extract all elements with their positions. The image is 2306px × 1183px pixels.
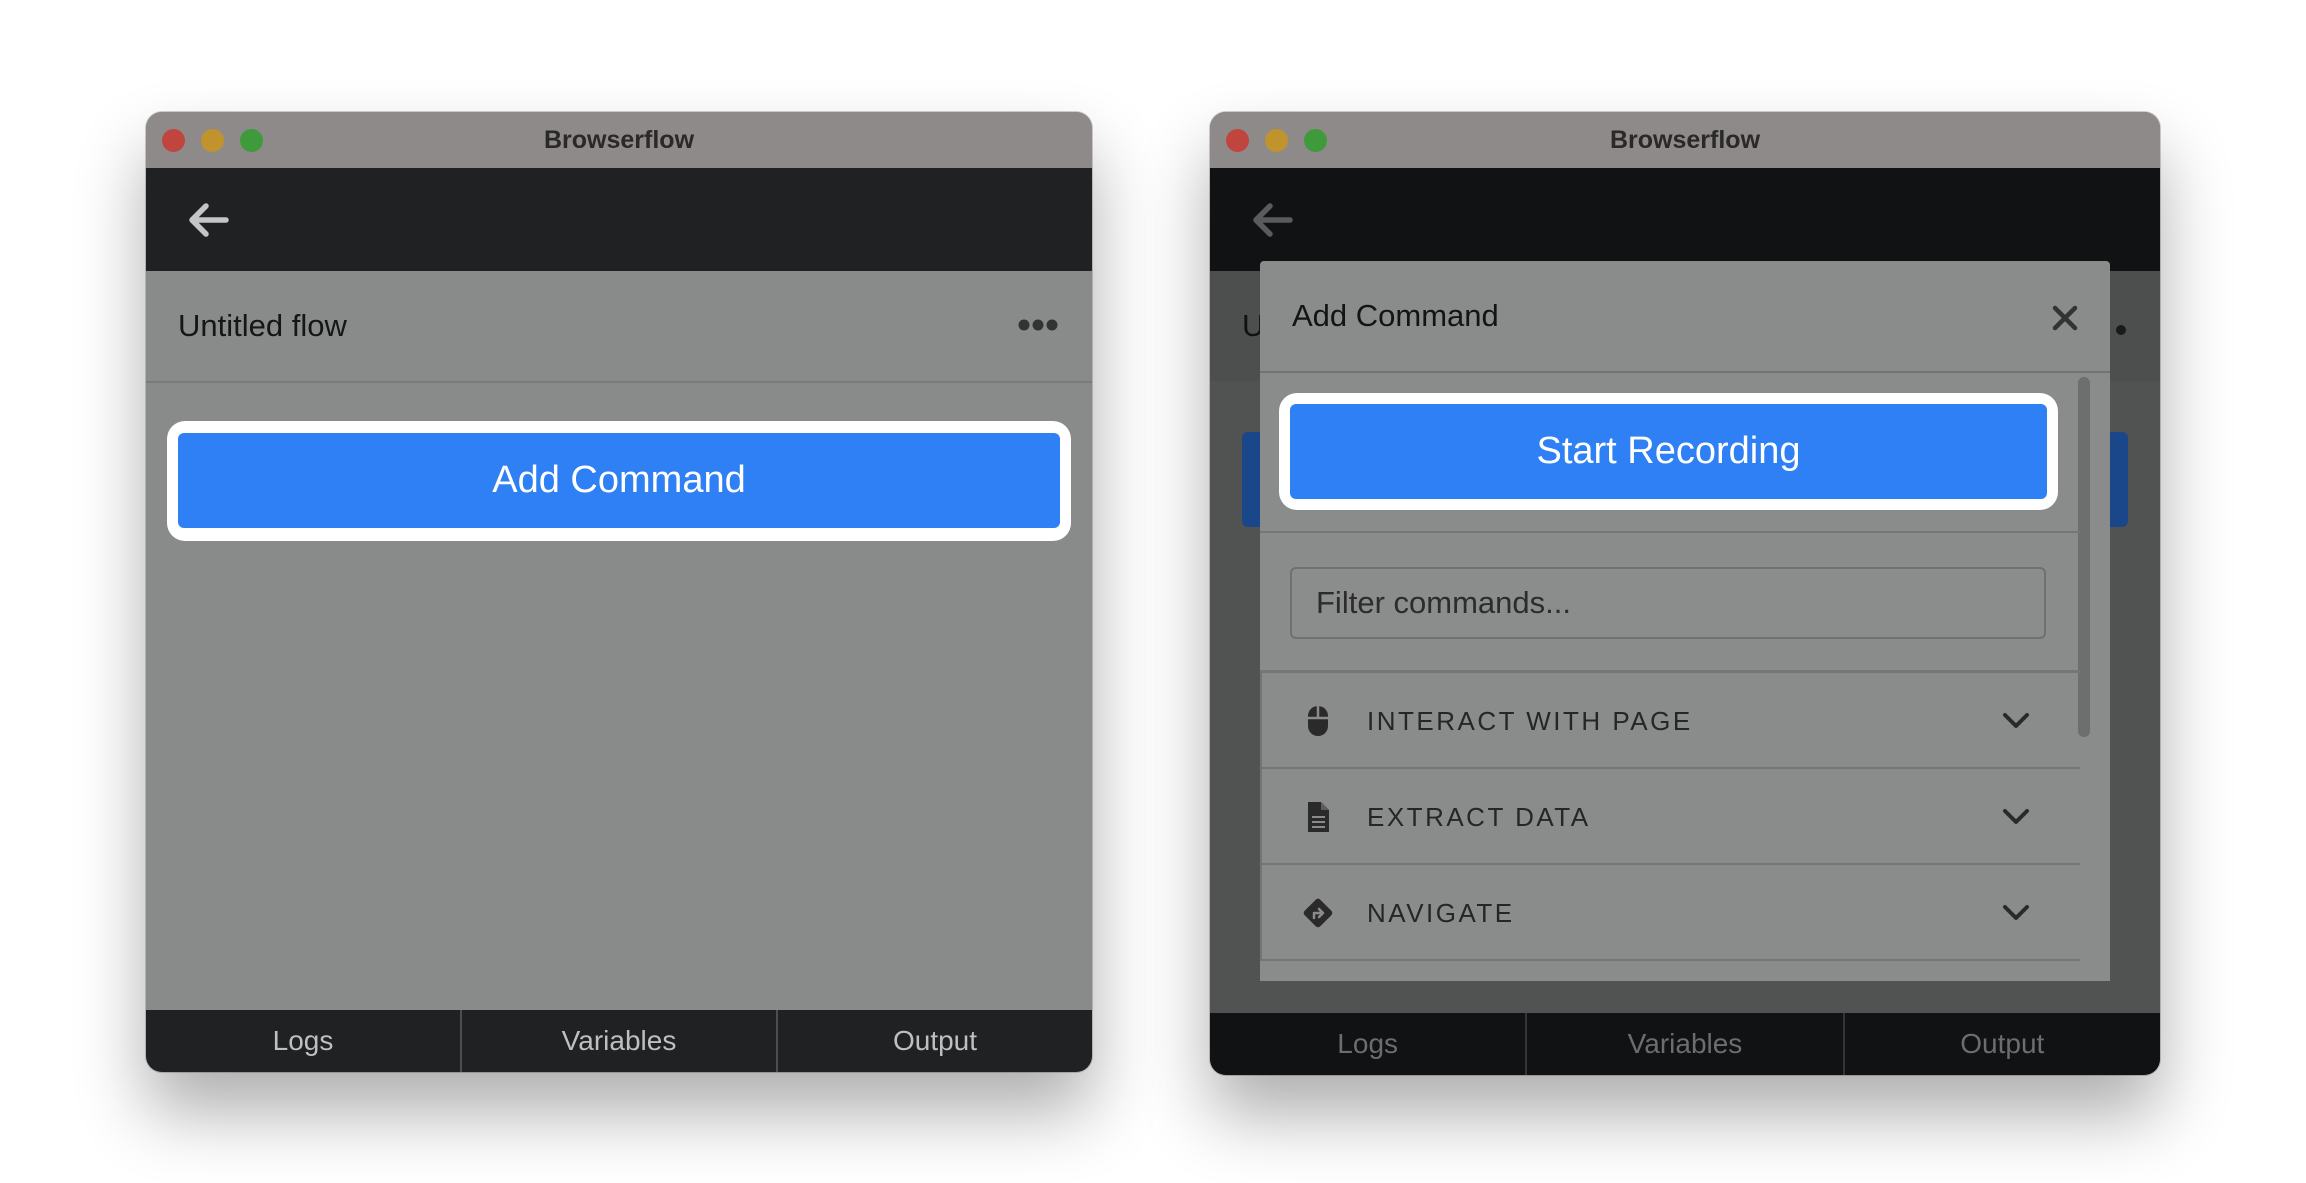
browserflow-window-main: Browserflow Untitled flow Add Command Lo…	[146, 112, 1092, 1072]
divider	[1260, 531, 2080, 533]
category-extract-data[interactable]: EXTRACT DATA	[1260, 769, 2080, 865]
tab-output: Output	[1960, 1028, 2045, 1059]
category-label: INTERACT WITH PAGE	[1367, 706, 1693, 736]
bottom-tab-bar: Logs Variables Output	[146, 1010, 1092, 1072]
window-title: Browserflow	[543, 126, 695, 154]
top-navbar	[1210, 168, 2160, 271]
flow-title[interactable]: Untitled flow	[178, 271, 347, 381]
top-navbar	[146, 168, 1092, 271]
add-command-button[interactable]: Add Command	[178, 433, 1060, 528]
filter-commands-input[interactable]	[1290, 567, 2046, 639]
category-interact-with-page[interactable]: INTERACT WITH PAGE	[1260, 673, 2080, 769]
chevron-down-icon	[2003, 809, 2029, 824]
category-label: EXTRACT DATA	[1367, 802, 1591, 832]
tab-logs[interactable]: Logs	[146, 1010, 462, 1072]
start-recording-button[interactable]: Start Recording	[1290, 404, 2047, 499]
back-arrow-icon	[1253, 203, 1293, 237]
browserflow-window-modal: Browserflow U Add Command Start Recordin…	[1210, 112, 2160, 1075]
title-bar: Browserflow	[1210, 112, 2160, 169]
category-navigate[interactable]: NAVIGATE	[1260, 865, 2080, 961]
close-icon[interactable]	[2052, 305, 2078, 331]
title-bar: Browserflow	[146, 112, 1092, 169]
tab-output[interactable]: Output	[778, 1010, 1092, 1072]
tab-logs: Logs	[1210, 1013, 1528, 1075]
back-arrow-icon[interactable]	[186, 200, 230, 240]
modal-header: Add Command	[1260, 261, 2110, 373]
directions-icon	[1303, 898, 1333, 928]
mouse-icon	[1308, 706, 1328, 736]
category-label: NAVIGATE	[1367, 898, 1515, 928]
chevron-down-icon	[2003, 713, 2029, 728]
more-options-icon	[2116, 325, 2126, 335]
modal-title: Add Command	[1292, 298, 1499, 333]
chevron-down-icon	[2003, 905, 2029, 920]
document-icon	[1308, 802, 1329, 832]
window-title: Browserflow	[1609, 126, 1761, 154]
tab-variables[interactable]: Variables	[462, 1010, 778, 1072]
flow-header: Untitled flow	[146, 271, 1092, 383]
bottom-tab-bar: Logs Variables Output	[1210, 1013, 2160, 1075]
add-command-modal: Add Command Start Recording INTERACT WIT…	[1260, 261, 2110, 981]
tab-variables: Variables	[1527, 1013, 1845, 1075]
more-options-icon[interactable]	[1018, 315, 1058, 335]
